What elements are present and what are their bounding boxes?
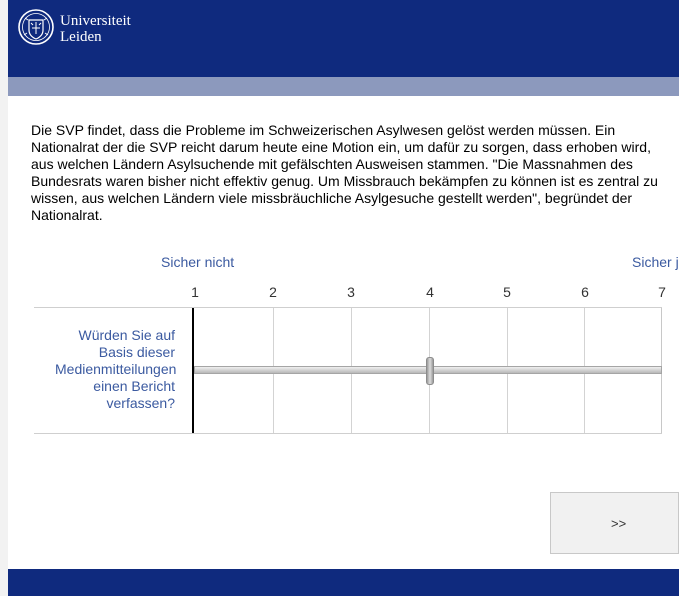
brand-line-2: Leiden [60,29,102,45]
left-frame-border [0,0,8,596]
university-wordmark[interactable]: Universiteit Leiden [60,13,131,45]
leiden-seal-icon [18,9,54,45]
question-text: Die SVP findet, dass die Probleme im Sch… [31,122,658,223]
scale-anchor-right: Sicher j [632,254,679,270]
next-button-label: >> [611,515,627,531]
tick-label: 5 [503,284,511,300]
tick-label: 6 [581,284,589,300]
slider-statement-label: Würden Sie auf Basis dieser Medienmittei… [55,327,177,411]
tick-label: 4 [426,284,434,300]
slider-handle[interactable] [426,357,434,385]
tick-label: 7 [658,284,666,300]
header-bar: Universiteit Leiden [8,0,679,77]
scale-anchor-left: Sicher nicht [161,254,235,270]
header-subbar [8,77,679,96]
tick-label: 1 [191,284,199,300]
tick-label: 2 [269,284,277,300]
footer-bar [8,569,679,596]
next-button[interactable]: >> [550,492,679,554]
tick-label: 3 [347,284,355,300]
brand-line-1: Universiteit [60,13,131,29]
